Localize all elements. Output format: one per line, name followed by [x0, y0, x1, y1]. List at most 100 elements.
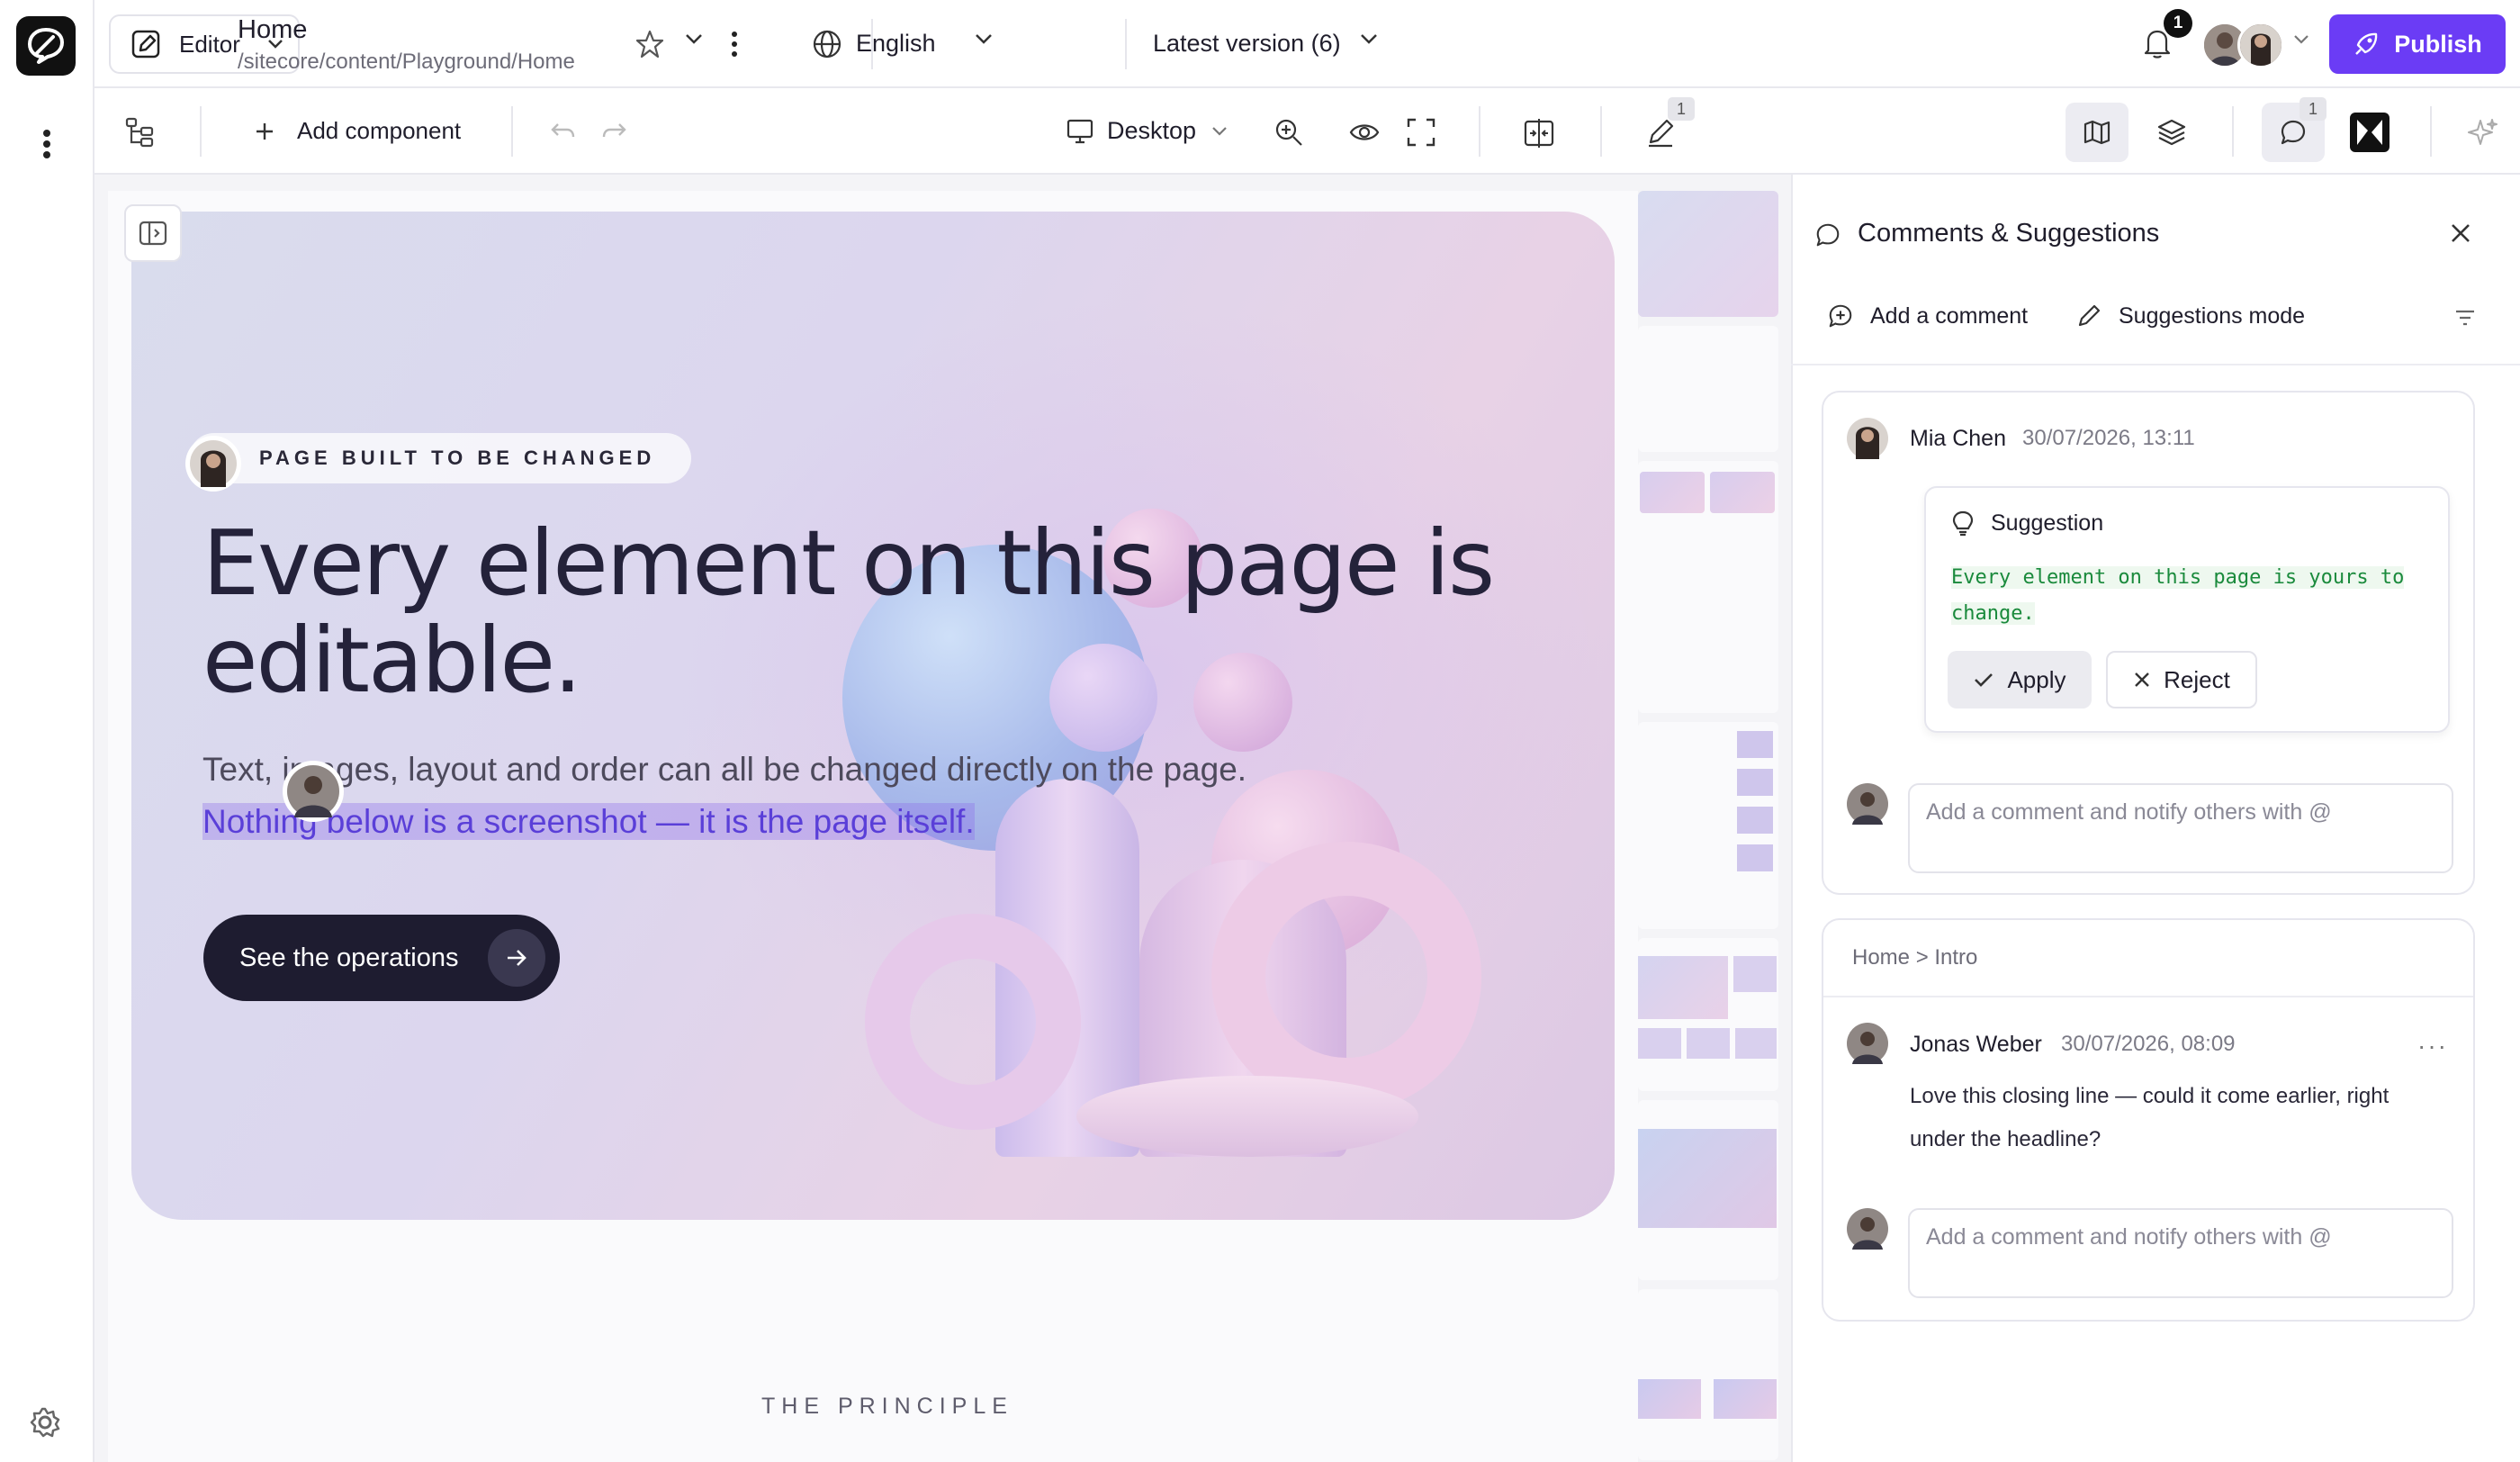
monitor-icon [1066, 118, 1094, 145]
reply-comment-input[interactable]: Add a comment and notify others with @ [1908, 783, 2453, 873]
app-logo[interactable] [16, 16, 76, 76]
author-avatar [1847, 418, 1888, 459]
lightbulb-icon [1951, 510, 1975, 537]
rocket-icon [2353, 31, 2380, 58]
toggle-sidebar-button[interactable] [124, 204, 182, 262]
close-icon[interactable] [2448, 221, 2473, 246]
favorite-star-icon[interactable] [634, 29, 665, 59]
hero-section[interactable] [131, 212, 1615, 1220]
page-thumbnail-strip[interactable] [1633, 191, 1778, 1462]
suggestion-text: Every element on this page is yours to c… [1951, 560, 2437, 632]
compare-versions-icon[interactable] [1523, 117, 1555, 149]
page-path: /sitecore/content/Playground/Home [238, 50, 575, 74]
map-icon [2083, 119, 2111, 146]
collaborator-avatar[interactable] [2237, 22, 2284, 68]
divider [2232, 106, 2234, 157]
chevron-down-icon [1210, 126, 1228, 137]
pen-icon [2075, 302, 2102, 329]
comment-author: Jonas Weber [1910, 1032, 2042, 1057]
suggestions-mode-label: Suggestions mode [2119, 302, 2306, 329]
hero-subtext[interactable]: Text, images, layout and order can all b… [202, 744, 1282, 848]
preview-eye-icon[interactable] [1348, 117, 1381, 148]
thumbnail-section[interactable] [1638, 1100, 1778, 1280]
map-view-button[interactable] [2066, 103, 2128, 162]
thumbnail-hero[interactable] [1638, 191, 1778, 317]
current-user-avatar [1847, 783, 1888, 825]
torus-shape [865, 914, 1081, 1130]
thumbnail-section[interactable] [1638, 1289, 1778, 1460]
suggestion-text-value: Every element on this page is yours to c… [1951, 566, 2405, 625]
chevron-down-icon[interactable] [974, 32, 994, 45]
comments-count-badge: 1 [2300, 97, 2326, 121]
divider [1823, 996, 2473, 997]
thumbnail-section[interactable] [1638, 938, 1778, 1091]
content-tree-icon[interactable] [123, 115, 156, 148]
publish-label: Publish [2394, 30, 2482, 58]
hero-subtext-main: Text, images, layout and order can all b… [202, 751, 1247, 788]
zoom-in-icon[interactable] [1274, 117, 1304, 148]
layers-icon[interactable] [2156, 117, 2187, 148]
suggestion-label: Suggestion [1991, 510, 2104, 536]
hero-eyebrow-badge[interactable]: PAGE BUILT TO BE CHANGED [189, 433, 692, 483]
apply-suggestion-button[interactable]: Apply [1948, 651, 2092, 708]
reply-comment-input[interactable]: Add a comment and notify others with @ [1908, 1208, 2453, 1298]
add-component-button[interactable]: Add component [254, 117, 461, 145]
add-comment-button[interactable]: Add a comment [1827, 302, 2028, 329]
reject-label: Reject [2164, 665, 2230, 693]
close-icon [2133, 671, 2151, 689]
edits-pen-icon[interactable] [1645, 117, 1676, 148]
thumbnail-section[interactable] [1638, 722, 1778, 929]
apply-label: Apply [2007, 665, 2066, 693]
comment-more-options[interactable]: ··· [2417, 1032, 2448, 1060]
comment-bubble-icon [1814, 221, 1841, 248]
undo-icon[interactable] [549, 119, 576, 142]
collaborator-presence-avatar [185, 436, 241, 492]
reject-suggestion-button[interactable]: Reject [2106, 651, 2257, 708]
page-options-chevron-icon[interactable] [684, 32, 704, 45]
divider [2430, 106, 2432, 157]
notification-count-badge: 1 [2164, 9, 2192, 38]
divider [1125, 19, 1127, 69]
pedestal-shape [1076, 1076, 1418, 1157]
device-label: Desktop [1107, 117, 1197, 144]
language-selector[interactable]: English [856, 30, 936, 58]
more-vertical-icon[interactable] [29, 126, 65, 162]
divider [1600, 106, 1602, 157]
divider [511, 106, 513, 157]
see-operations-button[interactable]: See the operations [203, 915, 560, 1001]
publish-button[interactable]: Publish [2329, 14, 2506, 74]
comment-timestamp: 30/07/2026, 13:11 [2022, 426, 2195, 450]
divider [1791, 364, 2520, 366]
chevron-down-icon[interactable] [2293, 34, 2309, 45]
ai-sparkle-icon[interactable] [2468, 117, 2498, 148]
brand-mark-icon[interactable] [2350, 113, 2390, 152]
collaborator-presence-avatar [283, 761, 344, 822]
add-comment-icon [1827, 302, 1854, 329]
section-eyebrow: THE PRINCIPLE [761, 1394, 1013, 1419]
torus-shape [1211, 842, 1481, 1112]
settings-gear-icon[interactable] [29, 1406, 65, 1442]
sidebar-panel-icon [139, 221, 167, 246]
editor-mode-label: Editor [179, 30, 240, 58]
comment-author: Mia Chen [1910, 426, 2006, 451]
redo-icon[interactable] [601, 119, 628, 142]
comment-location-breadcrumb[interactable]: Home > Intro [1852, 945, 1977, 970]
filter-icon[interactable] [2453, 308, 2477, 328]
divider [200, 106, 202, 157]
page-title: Home [238, 15, 308, 44]
current-user-avatar [1847, 1208, 1888, 1250]
suggestions-mode-button[interactable]: Suggestions mode [2075, 302, 2305, 329]
divider [1479, 106, 1480, 157]
page-more-options-icon[interactable] [731, 29, 738, 59]
version-selector[interactable]: Latest version (6) [1153, 30, 1341, 58]
comment-body: Love this closing line — could it come e… [1910, 1084, 2390, 1151]
author-avatar [1847, 1023, 1888, 1064]
comment-timestamp: 30/07/2026, 08:09 [2061, 1032, 2236, 1056]
fullscreen-icon[interactable] [1406, 117, 1436, 148]
hero-headline[interactable]: Every element on this page is editable. [202, 515, 1552, 709]
thumbnail-section[interactable] [1638, 326, 1778, 452]
globe-icon [812, 29, 842, 59]
thumbnail-section[interactable] [1638, 461, 1778, 713]
chevron-down-icon[interactable] [1359, 32, 1379, 45]
device-selector[interactable]: Desktop [1066, 117, 1228, 145]
